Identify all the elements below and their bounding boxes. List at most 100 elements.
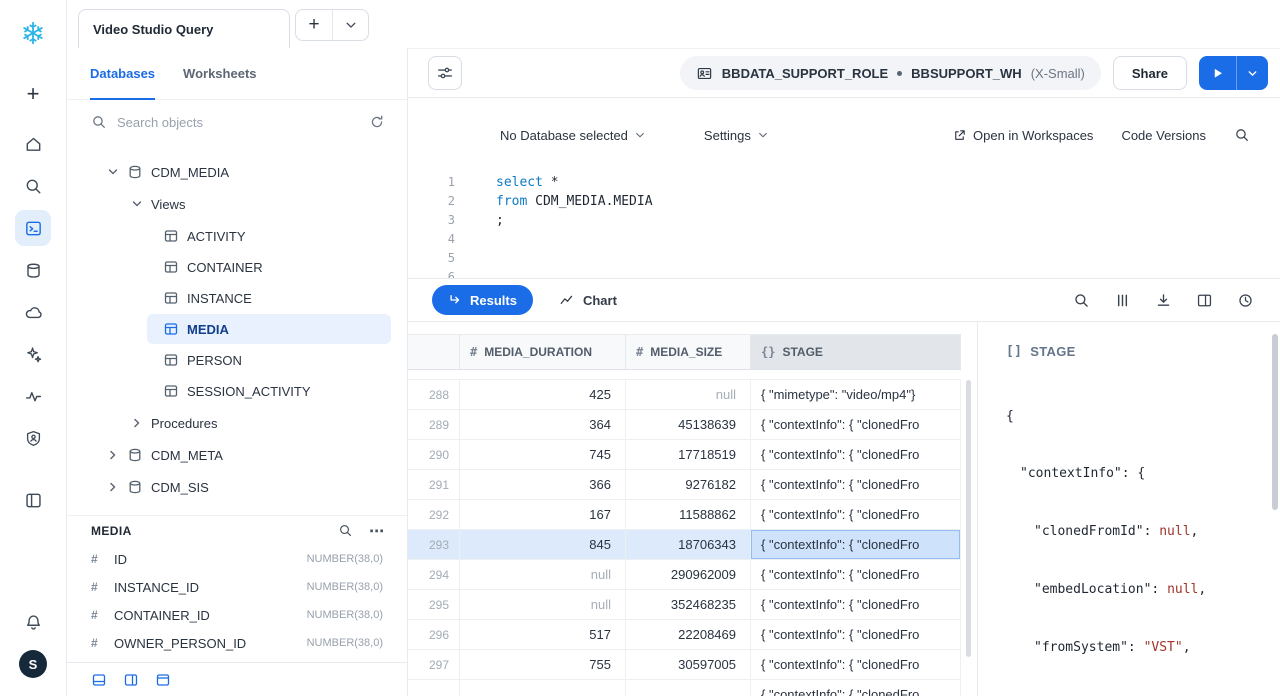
tab-worksheets[interactable]: Worksheets	[183, 48, 256, 99]
preview-magnifier-icon[interactable]	[338, 523, 353, 538]
display-settings-icon[interactable]	[428, 56, 462, 90]
download-icon[interactable]	[1155, 292, 1172, 309]
media-duration-cell[interactable]: 167	[460, 500, 626, 529]
media-size-cell[interactable]: null	[626, 380, 751, 409]
tree-item-person[interactable]: PERSON	[147, 345, 391, 375]
tree-item-activity[interactable]: ACTIVITY	[147, 221, 391, 251]
row-number-cell[interactable]: 296	[408, 620, 460, 649]
table-row[interactable]: 296 517 22208469 { "contextInfo": { "clo…	[408, 620, 961, 650]
database-icon[interactable]	[15, 252, 51, 288]
row-number-cell[interactable]: 293	[408, 530, 460, 559]
panel-toggle-icon[interactable]	[15, 482, 51, 518]
stage-cell[interactable]: { "mimetype": "video/mp4"}	[751, 380, 961, 409]
stage-cell[interactable]: { "contextInfo": { "clonedFro	[751, 650, 961, 679]
media-duration-cell[interactable]: 755	[460, 650, 626, 679]
tree-item-media-selected[interactable]: MEDIA	[147, 314, 391, 344]
table-row[interactable]: { "contextInfo": { "clonedFro	[408, 680, 961, 696]
split-panel-icon[interactable]	[1196, 292, 1213, 309]
columns-icon[interactable]	[1114, 292, 1131, 309]
share-button[interactable]: Share	[1113, 56, 1187, 90]
media-size-cell[interactable]: 17718519	[626, 440, 751, 469]
tree-item-instance[interactable]: INSTANCE	[147, 283, 391, 313]
media-duration-cell[interactable]: 425	[460, 380, 626, 409]
new-plus-icon[interactable]: +	[15, 76, 51, 112]
results-search-icon[interactable]	[1073, 292, 1090, 309]
stage-cell[interactable]: { "contextInfo": { "clonedFro	[751, 500, 961, 529]
worksheet-tab-active[interactable]: Video Studio Query	[78, 9, 290, 48]
more-options-icon[interactable]: ⋯	[369, 522, 385, 540]
row-number-cell[interactable]	[408, 680, 460, 696]
row-number-cell[interactable]: 294	[408, 560, 460, 589]
stage-cell[interactable]: { "contextInfo": { "clonedFro	[751, 410, 961, 439]
media-duration-cell[interactable]: 364	[460, 410, 626, 439]
search-input[interactable]	[117, 115, 359, 130]
stage-cell[interactable]: { "contextInfo": { "clonedFro	[751, 560, 961, 589]
tree-item-container[interactable]: CONTAINER	[147, 252, 391, 282]
tab-chart[interactable]: Chart	[559, 292, 617, 308]
table-row[interactable]: 294 null 290962009 { "contextInfo": { "c…	[408, 560, 961, 590]
table-scrollbar[interactable]	[966, 380, 971, 657]
media-duration-cell[interactable]	[460, 680, 626, 696]
stage-cell[interactable]: { "contextInfo": { "clonedFro	[751, 680, 961, 696]
column-row-instance-id[interactable]: # INSTANCE_ID NUMBER(38,0)	[67, 573, 407, 601]
media-size-cell[interactable]: 352468235	[626, 590, 751, 619]
table-row-selected[interactable]: 293 845 18706343 { "contextInfo": { "clo…	[408, 530, 961, 560]
column-row-container-id[interactable]: # CONTAINER_ID NUMBER(38,0)	[67, 601, 407, 629]
row-number-cell[interactable]: 288	[408, 380, 460, 409]
tree-item-views[interactable]: Views	[67, 188, 407, 220]
open-in-workspaces-link[interactable]: Open in Workspaces	[952, 128, 1093, 143]
json-viewer[interactable]: { "contextInfo": { "clonedFromId": null,…	[1006, 368, 1270, 696]
history-clock-icon[interactable]	[1237, 292, 1254, 309]
sql-editor[interactable]: 1 select * 2 from CDM_MEDIA.MEDIA 3 ; 4 …	[408, 167, 1280, 278]
stage-cell[interactable]: { "contextInfo": { "clonedFro	[751, 590, 961, 619]
activity-icon[interactable]	[15, 378, 51, 414]
search-icon[interactable]	[15, 168, 51, 204]
row-number-cell[interactable]: 291	[408, 470, 460, 499]
settings-menu[interactable]: Settings	[704, 128, 769, 143]
row-number-cell[interactable]: 297	[408, 650, 460, 679]
tree-item-session-activity[interactable]: SESSION_ACTIVITY	[147, 376, 391, 406]
tree-item-cdm-meta[interactable]: CDM_META	[67, 439, 407, 471]
media-size-cell[interactable]	[626, 680, 751, 696]
tree-item-procedures[interactable]: Procedures	[67, 407, 407, 439]
column-header-media-size[interactable]: # MEDIA_SIZE	[626, 335, 751, 369]
stage-cell[interactable]: { "contextInfo": { "clonedFro	[751, 620, 961, 649]
media-duration-cell[interactable]: 517	[460, 620, 626, 649]
media-size-cell[interactable]: 30597005	[626, 650, 751, 679]
media-size-cell[interactable]: 22208469	[626, 620, 751, 649]
tree-item-cdm-media[interactable]: CDM_MEDIA	[67, 156, 407, 188]
column-row-id[interactable]: # ID NUMBER(38,0)	[67, 545, 407, 573]
ai-sparkles-icon[interactable]	[15, 336, 51, 372]
table-row[interactable]: 292 167 11588862 { "contextInfo": { "clo…	[408, 500, 961, 530]
media-duration-cell[interactable]: null	[460, 560, 626, 589]
admin-shield-icon[interactable]	[15, 420, 51, 456]
table-row[interactable]: 289 364 45138639 { "contextInfo": { "clo…	[408, 410, 961, 440]
media-duration-cell[interactable]: 745	[460, 440, 626, 469]
table-row[interactable]: 291 366 9276182 { "contextInfo": { "clon…	[408, 470, 961, 500]
stage-cell[interactable]: { "contextInfo": { "clonedFro	[751, 440, 961, 469]
refresh-icon[interactable]	[369, 114, 385, 130]
table-row[interactable]: 295 null 352468235 { "contextInfo": { "c…	[408, 590, 961, 620]
column-header-stage[interactable]: {} STAGE	[751, 335, 961, 369]
tab-list-chevron-icon[interactable]	[332, 10, 368, 40]
layout-full-panel-icon[interactable]	[155, 672, 171, 688]
home-icon[interactable]	[15, 126, 51, 162]
table-row[interactable]: 297 755 30597005 { "contextInfo": { "clo…	[408, 650, 961, 680]
media-size-cell[interactable]: 9276182	[626, 470, 751, 499]
row-number-cell[interactable]: 295	[408, 590, 460, 619]
stage-cell-selected[interactable]: { "contextInfo": { "clonedFro	[751, 530, 961, 559]
tab-databases[interactable]: Databases	[90, 48, 155, 99]
media-size-cell[interactable]: 11588862	[626, 500, 751, 529]
run-button[interactable]	[1199, 56, 1236, 90]
new-tab-plus-icon[interactable]: +	[296, 10, 332, 40]
database-selector[interactable]: No Database selected	[500, 128, 646, 143]
context-selector[interactable]: BBDATA_SUPPORT_ROLE BBSUPPORT_WH (X-Smal…	[680, 56, 1101, 90]
cloud-data-icon[interactable]	[15, 294, 51, 330]
column-row-owner-person-id[interactable]: # OWNER_PERSON_ID NUMBER(38,0)	[67, 629, 407, 657]
row-number-cell[interactable]: 289	[408, 410, 460, 439]
user-avatar[interactable]: S	[19, 650, 47, 678]
tree-item-cdm-sis[interactable]: CDM_SIS	[67, 471, 407, 503]
media-size-cell[interactable]: 290962009	[626, 560, 751, 589]
media-size-cell[interactable]: 45138639	[626, 410, 751, 439]
notifications-bell-icon[interactable]	[15, 604, 51, 640]
